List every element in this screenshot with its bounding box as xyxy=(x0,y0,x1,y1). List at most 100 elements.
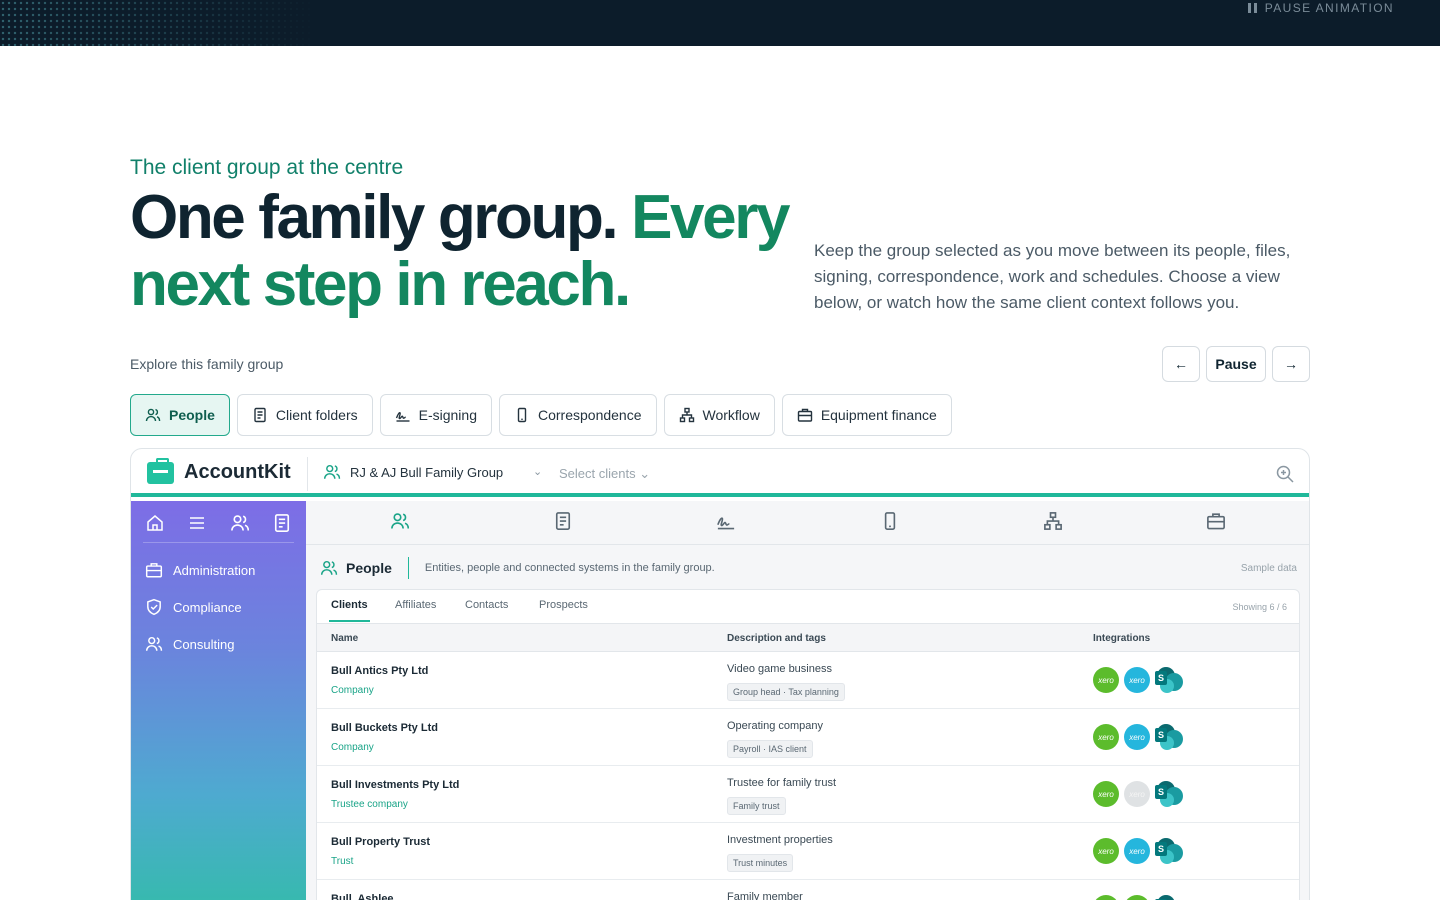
section-description: Entities, people and connected systems i… xyxy=(424,562,715,574)
pause-button[interactable]: Pause xyxy=(1206,346,1266,382)
pause-animation-label: PAUSE ANIMATION xyxy=(1264,1,1394,15)
view-tabs: People Client folders E-signing Correspo… xyxy=(130,394,952,436)
phone-icon[interactable] xyxy=(880,511,900,531)
section-icon-nav xyxy=(306,501,1309,545)
people-icon xyxy=(323,464,341,479)
brand: AccountKit xyxy=(147,457,291,484)
group-selector[interactable]: RJ & AJ Bull Family Group ⌄ xyxy=(323,463,543,481)
client-tags: Trust minutes xyxy=(727,854,794,872)
tab-label: E-signing xyxy=(418,407,477,423)
xero-icon[interactable]: xero xyxy=(1124,724,1150,750)
people-icon[interactable] xyxy=(390,511,410,531)
workflow-icon xyxy=(679,407,694,423)
main-content: People Entities, people and connected sy… xyxy=(306,501,1309,900)
xero-icon[interactable]: xero xyxy=(1093,667,1119,693)
xero-icon[interactable]: xero xyxy=(1093,895,1119,900)
tab-equipment-finance[interactable]: Equipment finance xyxy=(781,394,952,436)
select-clients-dropdown[interactable]: Select clients ⌄ xyxy=(559,466,650,482)
top-banner: PAUSE ANIMATION xyxy=(0,0,1440,46)
sidebar-icon-bar xyxy=(143,513,294,543)
sample-data-label: Sample data xyxy=(1240,563,1297,574)
hero-intro: Keep the group selected as you move betw… xyxy=(814,241,1291,312)
tab-correspondence[interactable]: Correspondence xyxy=(498,394,657,436)
app-header: AccountKit RJ & AJ Bull Family Group ⌄ S… xyxy=(131,449,1309,497)
client-type: Company xyxy=(331,742,374,753)
tab-people[interactable]: People xyxy=(130,394,230,436)
table-row[interactable]: Bull, Ashlee Family member xero xero S xyxy=(317,880,1299,900)
sidebar-item-label: Administration xyxy=(173,562,256,578)
client-tags: Payroll · IAS client xyxy=(727,740,813,758)
sharepoint-letter: S xyxy=(1155,671,1167,685)
tab-contacts[interactable]: Contacts xyxy=(465,599,508,611)
client-description: Trustee for family trust xyxy=(727,777,837,789)
next-button[interactable]: → xyxy=(1272,346,1310,382)
chevron-down-icon: ⌄ xyxy=(533,466,543,478)
explore-label: Explore this family group xyxy=(130,356,284,372)
client-type: Trustee company xyxy=(331,799,408,810)
table-row[interactable]: Bull Antics Pty Ltd Company Video game bus… xyxy=(317,652,1299,709)
tab-e-signing[interactable]: E-signing xyxy=(379,394,492,436)
sidebar-item-compliance[interactable]: Compliance xyxy=(145,598,242,616)
people-icon[interactable] xyxy=(230,513,250,533)
table-row[interactable]: Bull Buckets Pty Ltd Company Operating com… xyxy=(317,709,1299,766)
briefcase-icon xyxy=(797,408,813,422)
document-icon[interactable] xyxy=(553,511,573,531)
people-icon xyxy=(320,560,338,575)
column-name: Name xyxy=(331,633,359,644)
integrations: xeroxeroS xyxy=(1093,838,1183,864)
zoom-search-icon[interactable] xyxy=(1275,464,1295,484)
briefcase-icon xyxy=(145,563,163,578)
xero-icon[interactable]: xero xyxy=(1124,838,1150,864)
tab-label: Equipment finance xyxy=(820,407,937,423)
sharepoint-letter: S xyxy=(1155,785,1167,799)
briefcase-icon[interactable] xyxy=(1206,511,1226,531)
xero-icon[interactable]: xero xyxy=(1093,838,1119,864)
sidebar-item-administration[interactable]: Administration xyxy=(145,561,255,579)
section-header: People Entities, people and connected sy… xyxy=(320,557,715,579)
previous-button[interactable]: ← xyxy=(1162,346,1200,382)
xero-icon[interactable]: xero xyxy=(1124,781,1150,807)
home-icon[interactable] xyxy=(145,513,165,533)
tab-label: Correspondence xyxy=(537,407,642,423)
tab-clients[interactable]: Clients xyxy=(329,599,370,622)
app-preview: AccountKit RJ & AJ Bull Family Group ⌄ S… xyxy=(130,448,1310,900)
sharepoint-icon[interactable]: S xyxy=(1155,895,1183,900)
sharepoint-icon[interactable]: S xyxy=(1155,838,1183,864)
signature-icon[interactable] xyxy=(716,511,736,531)
xero-icon[interactable]: xero xyxy=(1093,724,1119,750)
sharepoint-icon[interactable]: S xyxy=(1155,724,1183,750)
shield-check-icon xyxy=(147,598,161,616)
tab-client-folders[interactable]: Client folders xyxy=(236,394,373,436)
menu-icon[interactable] xyxy=(187,513,207,533)
table-row[interactable]: Bull Property Trust Trust Investment prope… xyxy=(317,823,1299,880)
workflow-icon[interactable] xyxy=(1043,511,1063,531)
sidebar-item-consulting[interactable]: Consulting xyxy=(145,635,234,653)
client-name: Bull Investments Pty Ltd xyxy=(331,779,460,791)
brand-name: AccountKit xyxy=(184,461,291,483)
hero-eyebrow: The client group at the centre xyxy=(130,156,404,179)
xero-icon[interactable]: xero xyxy=(1093,781,1119,807)
document-icon xyxy=(254,407,266,423)
document-icon[interactable] xyxy=(272,513,292,533)
clients-table: Clients Affiliates Contacts Prospects Sh… xyxy=(316,589,1300,900)
client-name: Bull Antics Pty Ltd xyxy=(331,665,429,677)
signature-icon xyxy=(395,412,410,422)
xero-icon[interactable]: xero xyxy=(1124,667,1150,693)
briefcase-logo-icon xyxy=(147,457,174,484)
integrations: xero xero S xyxy=(1093,895,1183,900)
tab-workflow[interactable]: Workflow xyxy=(663,394,775,436)
sharepoint-icon[interactable]: S xyxy=(1155,667,1183,693)
pause-animation-button[interactable]: PAUSE ANIMATION xyxy=(1247,1,1394,15)
column-description: Description and tags xyxy=(727,633,826,644)
tab-affiliates[interactable]: Affiliates xyxy=(395,599,436,611)
table-row[interactable]: Bull Investments Pty Ltd Trustee company T… xyxy=(317,766,1299,823)
sharepoint-letter: S xyxy=(1155,728,1167,742)
sharepoint-icon[interactable]: S xyxy=(1155,781,1183,807)
headline-dark: One family group. xyxy=(130,183,619,252)
xero-icon[interactable]: xero xyxy=(1124,895,1150,900)
sidebar-item-label: Consulting xyxy=(173,636,235,652)
section-title: People xyxy=(346,560,392,576)
tab-prospects[interactable]: Prospects xyxy=(539,599,588,611)
showing-count: Showing 6 / 6 xyxy=(1232,602,1287,612)
pause-icon xyxy=(1247,3,1257,13)
